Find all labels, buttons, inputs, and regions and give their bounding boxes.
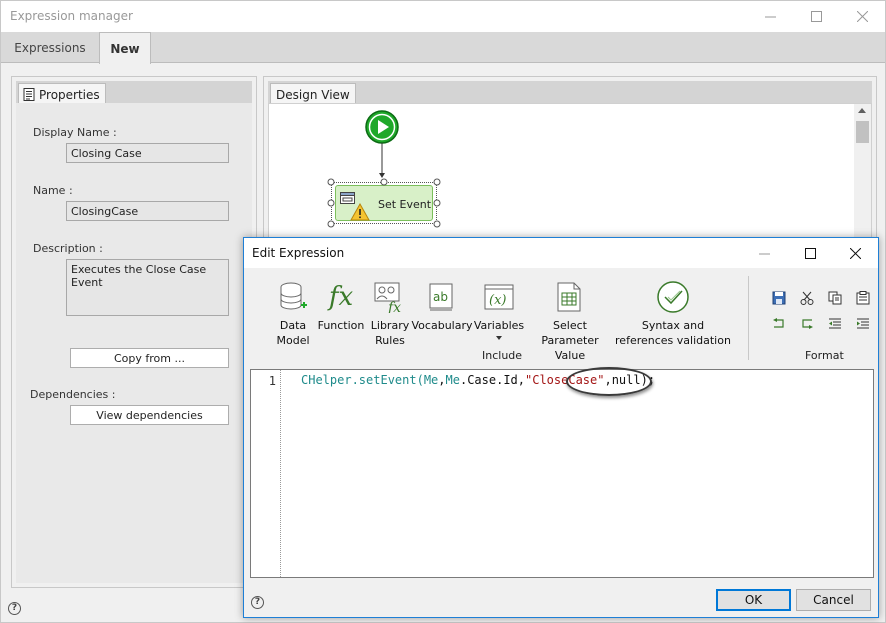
tab-new[interactable]: New [99,32,151,64]
dialog-close-button[interactable] [832,238,878,268]
data-model-button[interactable]: Data Model [274,280,312,348]
design-view-tab[interactable]: Design View [270,83,356,105]
view-dependencies-button[interactable]: View dependencies [70,405,229,425]
chevron-down-icon [496,336,502,340]
close-icon [849,247,861,259]
dialog-help-icon[interactable]: ? [251,596,264,609]
syntax-validation-label: Syntax and references validation [615,319,731,347]
selection-handles [327,178,441,228]
cancel-button[interactable]: Cancel [796,589,871,611]
ribbon-separator [748,276,749,360]
properties-tab-label: Properties [39,87,100,102]
minimize-icon [764,16,776,18]
svg-text:ab: ab [433,290,448,304]
name-field[interactable]: ClosingCase [66,201,229,221]
vocabulary-label: Vocabulary [411,319,473,332]
maximize-button[interactable] [793,1,839,32]
name-label: Name : [33,184,73,197]
properties-tab[interactable]: Properties [18,83,106,105]
start-node-icon[interactable] [364,109,400,145]
display-name-label: Display Name : [33,126,117,139]
indent-icon[interactable] [854,316,872,332]
redo-icon[interactable] [798,316,816,332]
properties-icon [23,88,35,101]
library-rules-label: Library Rules [370,319,410,347]
maximize-icon [804,247,816,259]
select-parameter-value-label: Select Parameter Value [541,319,599,362]
highlight-annotation [566,367,652,396]
checkmark-icon [656,280,690,314]
database-icon [276,280,310,314]
vocabulary-button[interactable]: ab Vocabulary [411,280,473,333]
scroll-up-icon [858,108,866,113]
dependencies-label: Dependencies : [30,388,116,401]
properties-body: Display Name : Closing Case Name : Closi… [16,103,252,583]
dialog-minimize-button[interactable] [741,238,787,268]
edit-expression-dialog: Edit Expression Data Model fx Function f… [243,237,879,618]
outdent-icon[interactable] [826,316,844,332]
design-view-tab-label: Design View [276,87,350,102]
library-rules-button[interactable]: fx Library Rules [368,280,412,348]
save-icon[interactable] [770,290,788,306]
function-icon: fx [328,281,354,312]
minimize-icon [758,253,770,254]
design-view-header: Design View [268,81,872,105]
minimize-button[interactable] [747,1,793,32]
line-number: 1 [268,374,276,388]
parameter-table-icon [553,280,587,314]
main-tabs: Expressions New [1,32,885,64]
design-vertical-scrollbar[interactable] [854,104,871,244]
paste-icon[interactable] [854,290,872,306]
format-group-label: Format [805,349,844,362]
close-icon [856,11,868,22]
connector-arrow [379,143,385,178]
data-model-label: Data Model [276,319,310,347]
undo-icon[interactable] [770,316,788,332]
function-button[interactable]: fx Function [316,280,366,333]
svg-text:fx: fx [387,300,401,313]
code-case-id: .Case.Id, [459,373,525,387]
description-field[interactable]: Executes the Close Case Event [66,259,229,316]
ribbon: Data Model fx Function fx Library Rules [248,272,874,364]
tab-expressions[interactable]: Expressions [1,32,99,63]
svg-text:(x): (x) [489,293,506,308]
description-label: Description : [33,242,103,255]
properties-panel-header: Properties [16,81,252,105]
ok-button[interactable]: OK [716,589,791,611]
dialog-title: Edit Expression [252,246,345,260]
dialog-title-bar: Edit Expression [244,238,878,268]
copy-icon[interactable] [826,290,844,306]
code-comma: , [438,373,446,387]
display-name-field[interactable]: Closing Case [66,143,229,163]
library-rules-icon: fx [373,280,407,314]
code-line[interactable]: CHelper.setEvent(Me,Me.Case.Id,"CloseCas… [301,367,655,396]
line-gutter: 1 [251,370,281,577]
code-prefix: CHelper.setEvent( [301,373,424,387]
syntax-validation-button[interactable]: Syntax and references validation [614,280,732,348]
code-editor[interactable]: 1 CHelper.setEvent(Me,Me.Case.Id,"CloseC… [250,367,874,578]
maximize-icon [810,11,822,22]
code-me: Me [423,373,439,387]
cut-icon[interactable] [798,290,816,306]
title-bar: Expression manager [1,1,885,32]
variables-label: Variables [473,319,525,332]
vocabulary-icon: ab [425,280,459,314]
properties-panel: Properties Display Name : Closing Case N… [11,76,257,588]
close-button[interactable] [839,1,885,32]
include-group-label: Include [482,349,523,362]
variables-icon: (x) [482,280,516,314]
scroll-thumb[interactable] [856,121,869,143]
select-parameter-value-button[interactable]: Select Parameter Value [528,280,612,363]
copy-from-button[interactable]: Copy from ... [70,348,229,368]
code-me-second: Me [445,373,460,387]
dialog-maximize-button[interactable] [787,238,833,268]
function-label: Function [317,319,365,332]
window-title: Expression manager [10,9,133,23]
help-icon[interactable]: ? [8,602,21,615]
variables-button[interactable]: (x) Variables [474,280,524,340]
